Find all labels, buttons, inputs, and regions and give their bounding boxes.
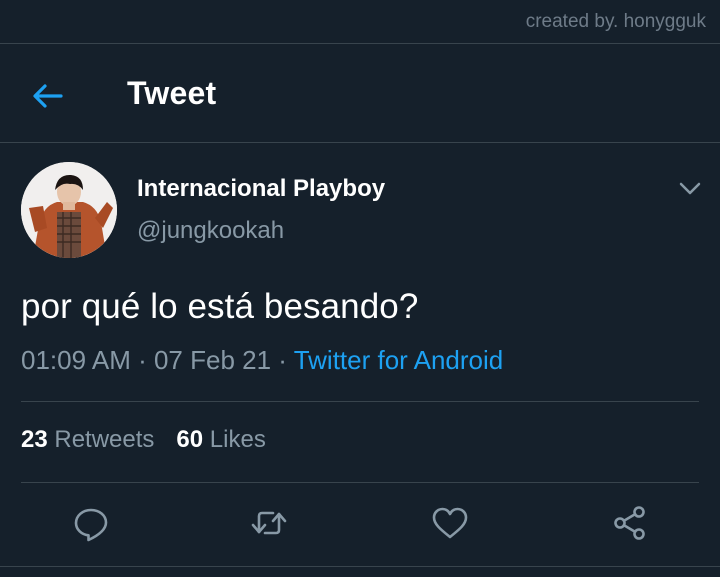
likes-stat[interactable]: 60 Likes [176, 426, 265, 453]
tweet-meta: 01:09 AM · 07 Feb 21 · Twitter for Andro… [21, 345, 503, 376]
heart-icon [432, 507, 468, 539]
stats-bottom-divider [21, 482, 699, 483]
display-name[interactable]: Internacional Playboy [137, 175, 385, 203]
page-title: Tweet [127, 75, 217, 111]
likes-label: Likes [209, 426, 266, 453]
reply-button[interactable] [71, 503, 111, 543]
header-divider [0, 142, 720, 143]
arrow-left-icon [33, 84, 63, 108]
meta-separator: · [271, 345, 294, 375]
top-divider [0, 43, 720, 44]
meta-separator: · [130, 345, 154, 375]
back-button[interactable] [30, 78, 66, 114]
retweets-label: Retweets [54, 426, 155, 453]
likes-count: 60 [176, 426, 204, 453]
bottom-divider [0, 566, 720, 567]
tweet-date: 07 Feb 21 [153, 345, 272, 375]
watermark: created by. honygguk [525, 11, 706, 32]
more-options-button[interactable] [676, 176, 704, 200]
avatar[interactable] [21, 162, 117, 258]
retweet-icon [251, 511, 287, 535]
tweet-source-link[interactable]: Twitter for Android [294, 345, 504, 375]
share-button[interactable] [610, 503, 650, 543]
tweet-time: 01:09 AM [21, 345, 131, 375]
reply-icon [74, 508, 108, 542]
retweets-count: 23 [21, 426, 48, 453]
retweet-button[interactable] [249, 503, 289, 543]
tweet-stats: 23 Retweets 60 Likes [21, 426, 266, 454]
share-icon [614, 506, 645, 540]
like-button[interactable] [430, 503, 470, 543]
avatar-image [21, 162, 117, 258]
user-handle[interactable]: @jungkookah [137, 217, 284, 245]
retweets-stat[interactable]: 23 Retweets [21, 426, 154, 453]
stats-top-divider [21, 401, 699, 402]
chevron-down-icon [679, 182, 701, 195]
tweet-text: por qué lo está besando? [21, 287, 419, 326]
